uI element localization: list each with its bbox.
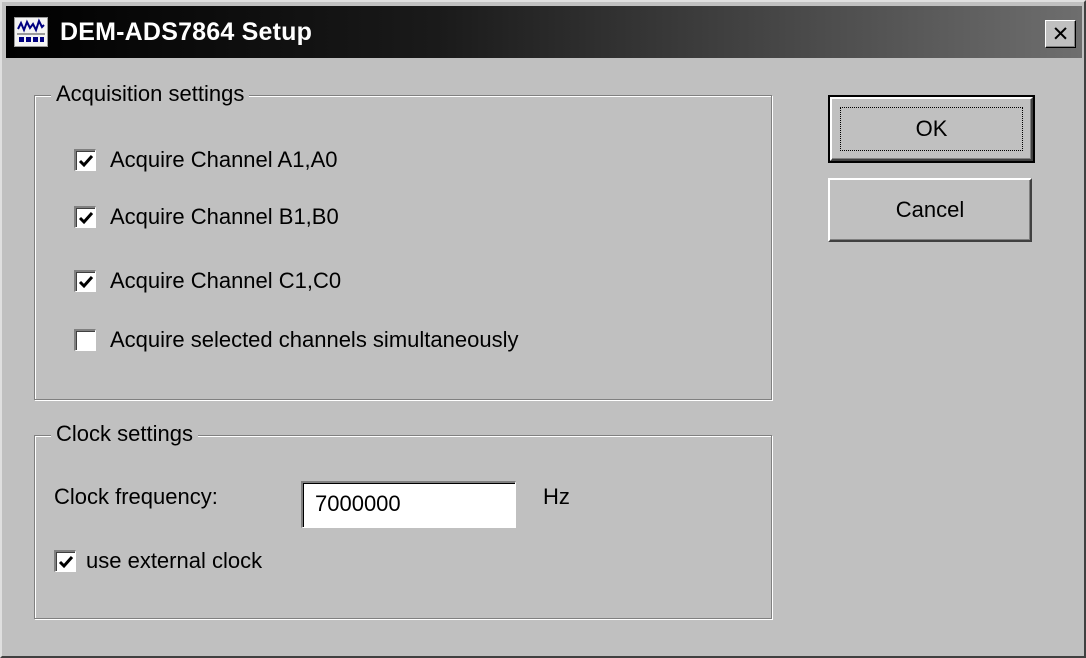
app-icon — [14, 17, 48, 47]
close-icon: ✕ — [1051, 22, 1070, 46]
ok-button[interactable]: OK — [828, 95, 1035, 163]
cancel-button[interactable]: Cancel — [828, 178, 1032, 242]
checkbox-channel-c[interactable] — [74, 270, 96, 292]
checkbox-channel-b[interactable] — [74, 206, 96, 228]
window-title: DEM-ADS7864 Setup — [60, 18, 313, 46]
setup-dialog: DEM-ADS7864 Setup ✕ Acquisition settings… — [0, 0, 1086, 658]
checkbox-simultaneous[interactable] — [74, 329, 96, 351]
focus-rect — [840, 107, 1023, 151]
checkbox-label-external-clock: use external clock — [86, 548, 263, 573]
checkmark-icon — [78, 276, 94, 289]
frequency-unit-label: Hz — [543, 484, 570, 509]
cancel-button-label: Cancel — [895, 197, 965, 222]
checkbox-label-channel-a: Acquire Channel A1,A0 — [110, 147, 338, 172]
checkbox-label-channel-c: Acquire Channel C1,C0 — [110, 268, 342, 293]
checkmark-icon — [78, 212, 94, 225]
checkmark-icon — [58, 556, 74, 569]
clock-frequency-input[interactable]: 7000000 — [301, 481, 516, 528]
checkbox-channel-a[interactable] — [74, 149, 96, 171]
checkbox-label-simultaneous: Acquire selected channels simultaneously — [110, 327, 519, 352]
close-button[interactable]: ✕ — [1045, 20, 1076, 48]
clock-frequency-label: Clock frequency: — [54, 484, 218, 509]
acquisition-settings-legend: Acquisition settings — [51, 79, 250, 109]
checkbox-label-channel-b: Acquire Channel B1,B0 — [110, 204, 339, 229]
title-bar[interactable]: DEM-ADS7864 Setup ✕ — [6, 6, 1082, 58]
checkmark-icon — [78, 155, 94, 168]
clock-settings-legend: Clock settings — [51, 419, 198, 449]
checkbox-external-clock[interactable] — [54, 550, 76, 572]
